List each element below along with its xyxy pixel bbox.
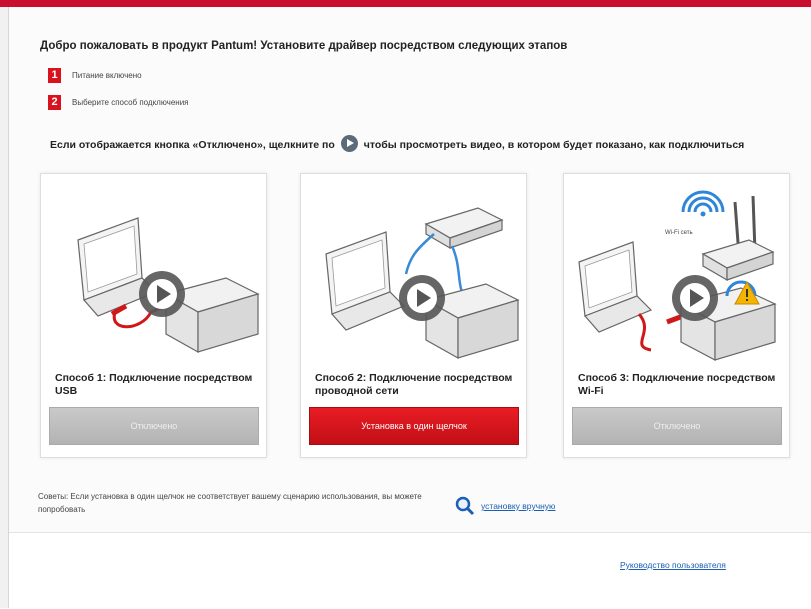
manual-install[interactable]: установку вручную [455, 496, 555, 516]
step-text: Выберите способ подключения [72, 97, 189, 107]
method-title: Способ 3: Подключение посредством Wi-Fi [578, 372, 776, 397]
manual-install-link[interactable]: установку вручную [481, 501, 555, 511]
video-note: Если отображается кнопка «Отключено», ще… [50, 135, 790, 152]
wifi-network-label: Wi-Fi сеть [665, 230, 693, 236]
step-text: Питание включено [72, 70, 142, 80]
method-card-usb: Способ 1: Подключение посредством USB От… [40, 173, 267, 458]
play-video-overlay-icon [399, 275, 445, 321]
method-card-wired: Способ 2: Подключение посредством провод… [300, 173, 527, 458]
router-icon [701, 195, 775, 282]
laptop-icon [578, 241, 653, 333]
one-click-install-button[interactable]: Установка в один щелчок [309, 407, 519, 445]
tips-text: Советы: Если установка в один щелчок не … [38, 492, 422, 514]
step-1: 1 Питание включено [48, 67, 142, 83]
method-title: Способ 1: Подключение посредством USB [55, 372, 253, 397]
method-card-wifi: Wi-Fi сеть Способ 3: Подключение посредс… [563, 173, 790, 458]
wifi-signal-icon [681, 190, 725, 217]
video-note-text-start: Если отображается кнопка «Отключено», ще… [50, 139, 335, 151]
user-guide-link[interactable]: Руководство пользователя [620, 560, 726, 570]
step-number-badge: 2 [48, 94, 61, 110]
usb-connection-illustration [77, 217, 260, 354]
play-video-icon[interactable] [340, 135, 358, 152]
router-icon [424, 207, 504, 250]
video-note-text-end: чтобы просмотреть видео, в котором будет… [363, 139, 745, 151]
magnifier-icon [455, 496, 475, 516]
wifi-connection-illustration: Wi-Fi сеть [578, 190, 777, 361]
window-left-edge [0, 7, 9, 608]
disabled-button[interactable]: Отключено [572, 407, 782, 445]
method-title: Способ 2: Подключение посредством провод… [315, 372, 513, 397]
step-2: 2 Выберите способ подключения [48, 94, 189, 110]
play-video-overlay-icon [139, 271, 185, 317]
footer-bar [9, 532, 811, 609]
laptop-icon [325, 231, 406, 331]
disabled-button[interactable]: Отключено [49, 407, 259, 445]
top-accent-bar [0, 0, 811, 7]
welcome-heading: Добро пожаловать в продукт Pantum! Устан… [40, 40, 568, 52]
play-video-overlay-icon [672, 275, 718, 321]
wired-connection-illustration [325, 207, 520, 360]
step-number-badge: 1 [48, 67, 61, 83]
